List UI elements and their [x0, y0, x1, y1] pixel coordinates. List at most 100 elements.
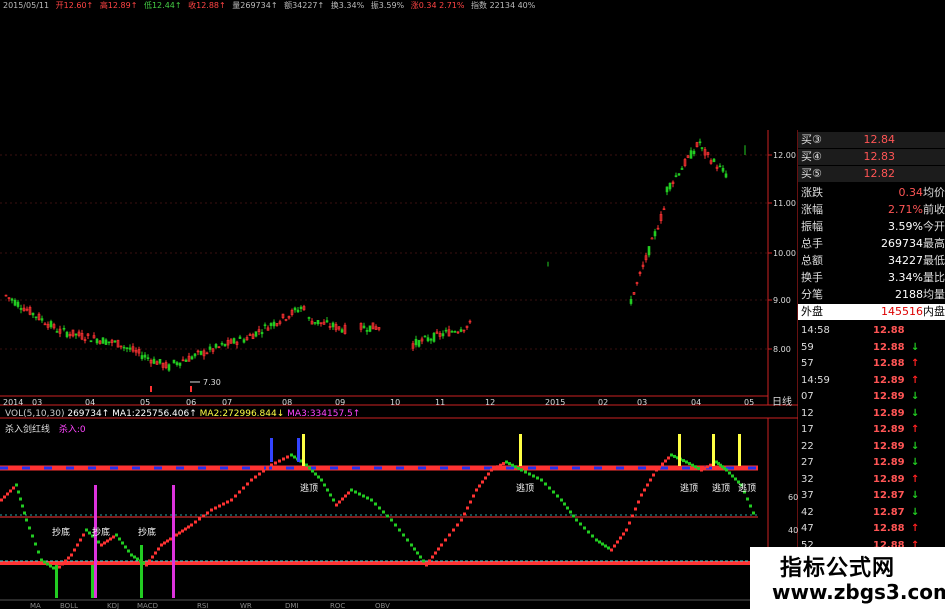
- oscillator-point: [308, 466, 311, 470]
- oscillator-point: [440, 543, 443, 547]
- tick-price: 12.88: [873, 358, 905, 369]
- indicator-tab-ma[interactable]: MA: [30, 602, 41, 609]
- buy-level-price: 12.82: [863, 167, 896, 180]
- oscillator-point: [646, 483, 649, 487]
- tick-time: 17: [801, 424, 814, 435]
- oscillator-point: [398, 528, 401, 532]
- buy-signal-bar: [94, 485, 97, 598]
- oscillator-point: [320, 478, 323, 482]
- indicator-tab-boll[interactable]: BOLL: [60, 602, 78, 609]
- tick-time: 57: [801, 358, 814, 369]
- oscillator-point: [637, 500, 640, 504]
- top-info-bar: 2015/05/11 开12.60↑ 高12.89↑ 低12.44↑ 收12.8…: [3, 0, 539, 12]
- indicator-tab-rsi[interactable]: RSI: [197, 602, 208, 609]
- time-axis-label: 06: [186, 398, 196, 407]
- oscillator-point: [556, 494, 559, 498]
- oscillator-point: [366, 496, 369, 500]
- stat-label2: 内盘: [923, 305, 945, 318]
- oscillator-point: [118, 537, 121, 541]
- candle-body: [10, 298, 14, 301]
- bottom-buy-label: 抄底: [52, 526, 70, 538]
- oscillator-point: [746, 497, 749, 501]
- indicator-tab-kdj[interactable]: KDJ: [107, 602, 119, 609]
- oscillator-point: [524, 470, 527, 474]
- indicator-tab-obv[interactable]: OBV: [375, 602, 390, 609]
- oscillator-point: [130, 553, 133, 557]
- time-axis-label: 05: [140, 398, 150, 407]
- time-axis-label: 12: [485, 398, 495, 407]
- oscillator-point: [601, 542, 604, 546]
- buy-level-5: 买⑤ 12.82: [798, 166, 945, 182]
- tick-time: 59: [801, 341, 814, 353]
- oscillator-point: [694, 465, 697, 469]
- indicator-tab-wr[interactable]: WR: [240, 602, 252, 609]
- candle-body: [362, 325, 366, 329]
- price-tick-label: 10.00: [773, 249, 796, 258]
- indicator-tab-macd[interactable]: MACD: [137, 602, 158, 609]
- indicator-tab-roc[interactable]: ROC: [330, 602, 345, 609]
- signal-bar: [519, 434, 522, 466]
- oscillator-point: [655, 468, 658, 472]
- oscillator-point: [610, 548, 613, 552]
- tick-time: 27: [801, 457, 814, 468]
- oscillator-point: [64, 559, 67, 563]
- candle-body: [104, 339, 108, 345]
- stat-label: 分笔: [801, 288, 823, 301]
- tick-row: 12 12.89 ↓: [798, 406, 945, 422]
- candle-body: [432, 332, 436, 342]
- stat-label2: 最低: [923, 254, 945, 267]
- oscillator-point: [652, 473, 655, 477]
- arrow-down-icon: ↓: [911, 407, 920, 419]
- candle-body: [426, 337, 430, 342]
- oscillator-point: [697, 466, 700, 470]
- oscillator-point: [293, 455, 296, 459]
- tick-row: 32 12.89 ↑: [798, 472, 945, 488]
- candle-body: [65, 331, 69, 338]
- low-price-label: 7.30: [203, 378, 221, 387]
- tick-price: 12.88: [873, 523, 905, 534]
- candle-body: [299, 306, 303, 309]
- candle-body: [700, 147, 704, 149]
- oscillator-point: [274, 461, 277, 465]
- stat-label2: 均量: [923, 288, 945, 301]
- info-extra: 指数 22134 40%: [471, 1, 536, 10]
- oscillator-point: [34, 542, 37, 546]
- oscillator-point: [643, 488, 646, 492]
- oscillator-point: [688, 462, 691, 466]
- time-axis-label: 2014: [3, 398, 23, 407]
- candle-body: [365, 330, 369, 332]
- stat-value: 2.71%: [888, 203, 923, 216]
- candle-body: [689, 150, 693, 159]
- candle-body: [143, 354, 147, 358]
- oscillator-point: [6, 492, 9, 496]
- buy-level-label: 买⑤: [801, 167, 822, 180]
- oscillator-point: [311, 469, 314, 473]
- candle-body: [444, 329, 448, 332]
- tick-time: 42: [801, 506, 814, 518]
- arrow-down-icon: ↓: [911, 457, 920, 468]
- oscillator-point: [286, 455, 289, 459]
- candle-body: [453, 331, 457, 333]
- time-axis-label: 03: [32, 398, 42, 407]
- oscillator-point: [552, 490, 555, 494]
- candle-body: [269, 323, 273, 326]
- candle-body: [214, 344, 218, 348]
- oscillator-point: [238, 490, 241, 494]
- stat-row: 振幅 3.59% 今开: [798, 219, 945, 235]
- oscillator-point: [335, 503, 338, 507]
- watermark-url: www.zbgs3.com: [772, 580, 945, 604]
- oscillator-point: [0, 498, 3, 502]
- oscillator-point: [634, 507, 637, 511]
- stat-value: 2188: [895, 288, 923, 301]
- oscillator-point: [226, 500, 229, 504]
- stat-label2: 量比: [923, 271, 945, 284]
- candle-body: [653, 231, 657, 237]
- indicator-scale-label: 60: [788, 493, 798, 502]
- oscillator-point: [88, 531, 91, 535]
- candle-body: [140, 355, 144, 359]
- tick-price: 12.89: [873, 424, 905, 435]
- oscillator-point: [103, 541, 106, 545]
- oscillator-point: [460, 518, 463, 522]
- oscillator-point: [250, 478, 253, 482]
- indicator-tab-dmi[interactable]: DMI: [285, 602, 299, 609]
